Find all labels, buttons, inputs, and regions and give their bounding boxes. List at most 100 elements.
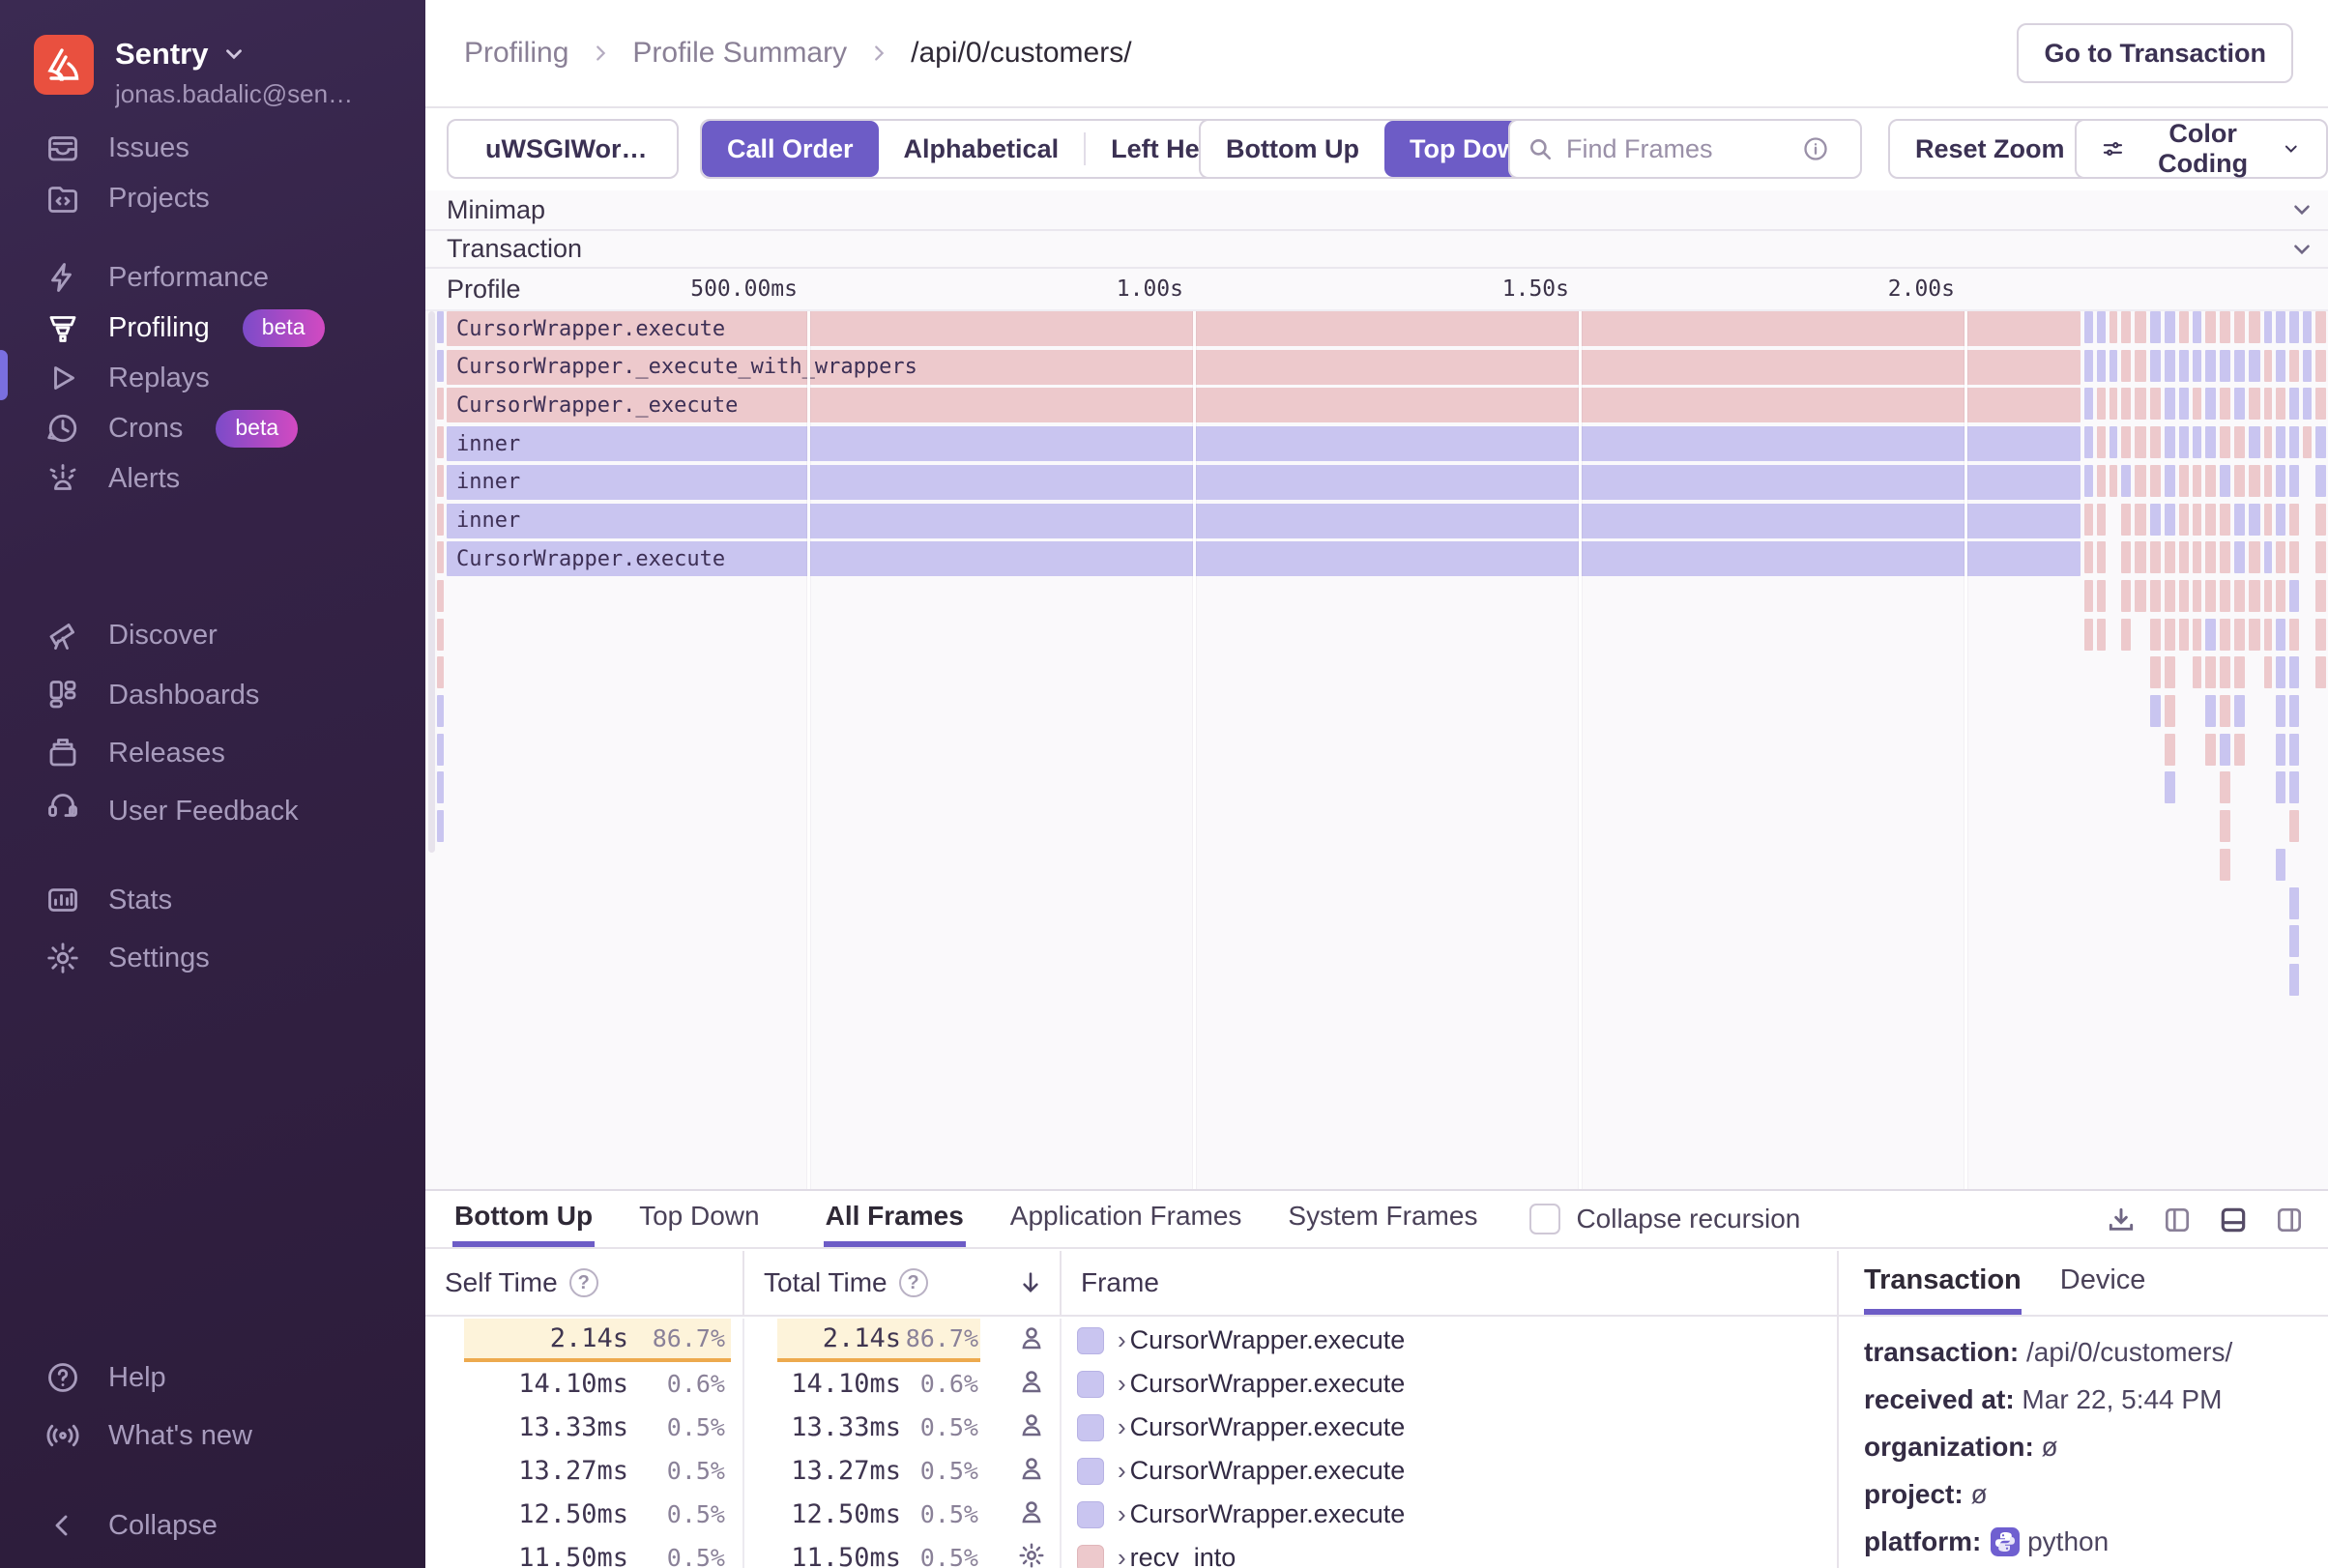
flame-frame-bar-small[interactable]: [2121, 464, 2132, 497]
total-time-header[interactable]: Total Time ?: [744, 1251, 1062, 1315]
sidebar-item-settings[interactable]: Settings: [0, 933, 425, 983]
flame-frame-bar-small[interactable]: [2276, 311, 2286, 343]
flame-frame-bar-small[interactable]: [2121, 349, 2132, 382]
flame-frame-bar-small[interactable]: [2289, 579, 2299, 612]
flame-frame-bar-small[interactable]: [437, 810, 444, 843]
flame-frame-bar-small[interactable]: [2219, 618, 2231, 651]
flame-frame-bar-small[interactable]: [2084, 349, 2093, 382]
flame-frame-bar-small[interactable]: [2315, 656, 2326, 689]
tab-device[interactable]: Device: [2060, 1251, 2146, 1315]
flame-frame-bar-small[interactable]: [2179, 349, 2189, 382]
flame-frame-bar-small[interactable]: [2135, 426, 2146, 459]
flame-frame-bar-small[interactable]: [2192, 503, 2202, 536]
flame-frame-bar-small[interactable]: [2109, 311, 2118, 343]
flame-frame-bar-small[interactable]: [2315, 618, 2326, 651]
sidebar-item-collapse[interactable]: Collapse: [0, 1500, 425, 1551]
flame-frame-bar-small[interactable]: [2289, 925, 2299, 958]
flame-frame-bar-small[interactable]: [2219, 349, 2231, 382]
flame-frame-bar-small[interactable]: [2192, 349, 2202, 382]
sidebar-item-crons[interactable]: Crons beta: [0, 403, 425, 453]
search-input[interactable]: [1566, 133, 1789, 164]
tab-bottom-up[interactable]: Bottom Up: [452, 1191, 596, 1247]
frame-name[interactable]: CursorWrapper.execute: [1130, 1456, 1406, 1486]
flame-frame-bar-small[interactable]: [2096, 388, 2106, 421]
flame-frame-bar-small[interactable]: [2219, 733, 2231, 766]
flame-frame-bar-small[interactable]: [2149, 656, 2161, 689]
sidebar-item-projects[interactable]: Projects: [0, 173, 425, 223]
org-name[interactable]: Sentry: [115, 37, 208, 72]
flame-frame-bar-small[interactable]: [2315, 579, 2326, 612]
flame-frame-bar-small[interactable]: [2149, 349, 2161, 382]
flame-frame-bar-small[interactable]: [2219, 464, 2231, 497]
flame-frame-bar-small[interactable]: [2234, 349, 2245, 382]
flame-frame-bar-small[interactable]: [2219, 695, 2231, 727]
expand-chevron-icon[interactable]: ›: [1118, 1499, 1126, 1529]
flame-frame-bar-small[interactable]: [2164, 541, 2176, 574]
breadcrumb-profile-summary[interactable]: Profile Summary: [632, 37, 847, 70]
flame-frame-bar-small[interactable]: [2219, 503, 2231, 536]
sidebar-item-performance[interactable]: Performance: [0, 252, 425, 303]
tab-all-frames[interactable]: All Frames: [823, 1191, 966, 1247]
frame-table-row[interactable]: 12.50ms 0.5% 12.50ms 0.5% › CursorWrapper.exe…: [425, 1493, 1837, 1536]
flame-frame-bar[interactable]: CursorWrapper._execute_with_wrappers: [447, 349, 2081, 385]
flame-frame-bar-small[interactable]: [2263, 503, 2273, 536]
flame-frame-bar-small[interactable]: [2084, 388, 2093, 421]
flame-frame-bar-small[interactable]: [437, 503, 444, 536]
flame-frame-bar-small[interactable]: [437, 579, 444, 612]
flame-frame-bar-small[interactable]: [2164, 503, 2176, 536]
flame-frame-bar-small[interactable]: [2149, 388, 2161, 421]
flame-frame-bar-small[interactable]: [2179, 426, 2189, 459]
flame-frame-bar-small[interactable]: [2084, 579, 2093, 612]
flame-frame-bar-small[interactable]: [2135, 311, 2146, 343]
flame-frame-bar-small[interactable]: [2219, 810, 2231, 843]
flame-frame-bar-small[interactable]: [2234, 311, 2245, 343]
flame-frame-bar-small[interactable]: [2121, 503, 2132, 536]
go-to-transaction-button[interactable]: Go to Transaction: [2017, 23, 2293, 83]
sidebar-item-profiling[interactable]: Profiling beta: [0, 303, 425, 353]
flame-frame-bar-small[interactable]: [2179, 579, 2189, 612]
flame-frame-bar-small[interactable]: [2249, 618, 2260, 651]
flame-frame-bar-small[interactable]: [2135, 541, 2146, 574]
flame-frame-bar-small[interactable]: [2234, 426, 2245, 459]
flame-frame-bar-small[interactable]: [2234, 579, 2245, 612]
flame-frame-bar-small[interactable]: [2302, 349, 2313, 382]
flame-frame-bar-small[interactable]: [2263, 388, 2273, 421]
flame-frame-bar-small[interactable]: [2276, 464, 2286, 497]
expand-chevron-icon[interactable]: ›: [1118, 1543, 1126, 1568]
flame-frame-bar-small[interactable]: [2219, 656, 2231, 689]
sort-alphabetical[interactable]: Alphabetical: [879, 121, 1085, 177]
flame-frame-bar-small[interactable]: [2249, 349, 2260, 382]
flame-frame-bar[interactable]: CursorWrapper.execute: [447, 541, 2081, 577]
info-icon[interactable]: [1802, 135, 1829, 162]
frame-name[interactable]: CursorWrapper.execute: [1130, 1325, 1406, 1355]
flame-scrollbar[interactable]: [428, 311, 435, 853]
question-icon[interactable]: ?: [568, 1268, 598, 1297]
flame-frame-bar-small[interactable]: [2234, 656, 2245, 689]
sidebar-item-releases[interactable]: Releases: [0, 728, 425, 778]
sentry-logo[interactable]: [34, 35, 94, 95]
layout-right-icon[interactable]: [2274, 1205, 2305, 1235]
frame-name[interactable]: CursorWrapper.execute: [1130, 1369, 1406, 1399]
flame-frame-bar-small[interactable]: [2084, 503, 2093, 536]
frame-table-row[interactable]: 13.27ms 0.5% 13.27ms 0.5% › CursorWrapper.exe…: [425, 1449, 1837, 1493]
flame-frame-bar-small[interactable]: [2234, 541, 2245, 574]
flame-frame-bar-small[interactable]: [2234, 618, 2245, 651]
flame-frame-bar[interactable]: inner: [447, 464, 2081, 500]
flame-frame-bar-small[interactable]: [2219, 771, 2231, 804]
flame-frame-bar-small[interactable]: [2289, 695, 2299, 727]
flame-frame-bar-small[interactable]: [2276, 541, 2286, 574]
direction-bottom-up[interactable]: Bottom Up: [1201, 121, 1384, 177]
flame-frame-bar-small[interactable]: [2276, 579, 2286, 612]
flame-frame-bar-small[interactable]: [2205, 656, 2216, 689]
flame-frame-bar-small[interactable]: [2263, 541, 2273, 574]
flame-frame-bar-small[interactable]: [2096, 426, 2106, 459]
flame-frame-bar-small[interactable]: [2263, 349, 2273, 382]
flame-frame-bar-small[interactable]: [2315, 426, 2326, 459]
flame-frame-bar-small[interactable]: [2121, 579, 2132, 612]
flame-frame-bar-small[interactable]: [2289, 464, 2299, 497]
flame-frame-bar-small[interactable]: [2192, 426, 2202, 459]
flame-frame-bar-small[interactable]: [2192, 579, 2202, 612]
flame-frame-bar-small[interactable]: [2205, 464, 2216, 497]
tab-transaction[interactable]: Transaction: [1864, 1251, 2022, 1315]
flame-frame-bar-small[interactable]: [2315, 349, 2326, 382]
